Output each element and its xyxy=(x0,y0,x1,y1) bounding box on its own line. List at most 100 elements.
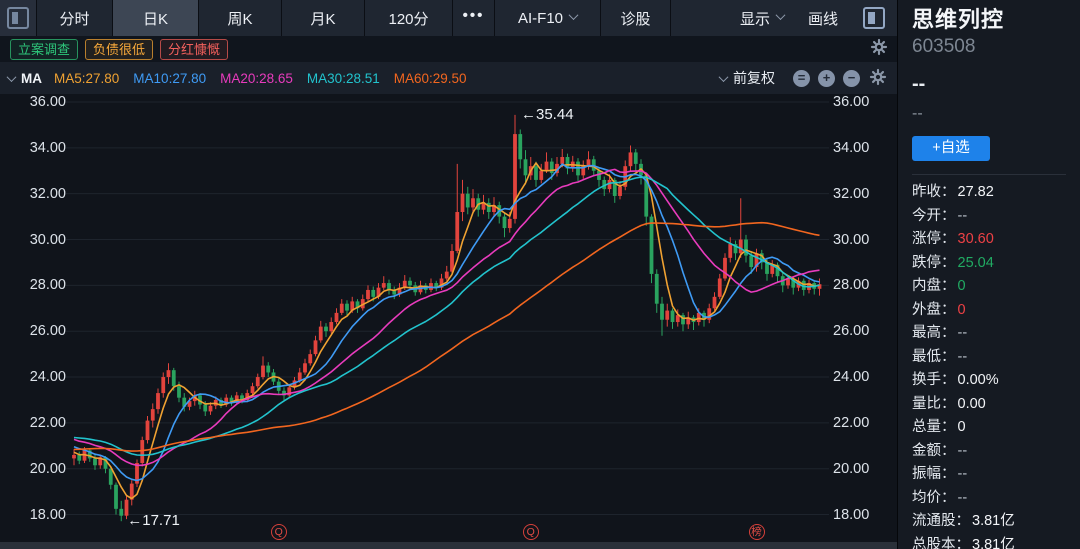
stat-row: 外盘：0 xyxy=(912,299,1080,323)
stat-row: 内盘：0 xyxy=(912,275,1080,299)
price-tick-left: 32.00 xyxy=(8,185,66,203)
stat-row: 换手：0.00% xyxy=(912,369,1080,393)
price-tick-left: 34.00 xyxy=(8,139,66,157)
stat-row: 最低：-- xyxy=(912,346,1080,370)
adjust-mode-chevron-icon[interactable] xyxy=(719,72,729,82)
event-marker[interactable]: 榜 xyxy=(749,524,765,540)
tags-settings-gear-icon[interactable] xyxy=(870,38,888,61)
tab-weekly-k[interactable]: 周K xyxy=(199,0,282,36)
stat-label: 换手： xyxy=(912,369,956,393)
tab-fenshi[interactable]: 分时 xyxy=(37,0,113,36)
ma-title: MA xyxy=(21,71,42,86)
fit-scale-button[interactable]: = xyxy=(793,70,810,87)
price-tick-left: 22.00 xyxy=(8,414,66,432)
ma5-value: MA5:27.80 xyxy=(54,71,119,86)
chart-settings-gear-icon[interactable] xyxy=(869,68,887,89)
stat-value: 0.00% xyxy=(958,369,999,393)
zoom-out-button[interactable]: − xyxy=(843,70,860,87)
add-watchlist-button[interactable]: +自选 xyxy=(912,136,990,161)
stat-row: 振幅：-- xyxy=(912,463,1080,487)
tab-monthly-k[interactable]: 月K xyxy=(282,0,365,36)
stat-value: -- xyxy=(958,463,968,487)
draw-line-button[interactable]: 画线 xyxy=(795,0,851,36)
stat-label: 内盘： xyxy=(912,275,956,299)
tag-fuzhai-hendi[interactable]: 负债很低 xyxy=(85,39,153,60)
stat-row: 总量：0 xyxy=(912,416,1080,440)
price-change: -- xyxy=(912,104,1080,124)
candlestick-chart[interactable]: 36.0036.0034.0034.0032.0032.0030.0030.00… xyxy=(0,94,897,542)
stat-label: 量比： xyxy=(912,393,956,417)
stat-label: 流通股： xyxy=(912,510,970,534)
event-marker[interactable]: Q xyxy=(523,524,539,540)
price-tick-left: 30.00 xyxy=(8,231,66,249)
tab-120min[interactable]: 120分 xyxy=(365,0,453,36)
stat-value: 3.81亿 xyxy=(972,534,1015,549)
stats-list: 昨收：27.82今开：--涨停：30.60跌停：25.04内盘：0外盘：0最高：… xyxy=(912,181,1080,549)
price-tick-left: 28.00 xyxy=(8,276,66,294)
price-tick-right: 32.00 xyxy=(833,185,891,203)
price-tick-right: 28.00 xyxy=(833,276,891,294)
stat-value: 0 xyxy=(958,299,966,323)
stat-label: 今开： xyxy=(912,205,956,229)
collapse-indicator-chevron-icon[interactable] xyxy=(7,72,17,82)
display-menu-button[interactable]: 显示 xyxy=(729,0,795,36)
expand-right-panel-button[interactable] xyxy=(851,0,897,36)
tab-label: 周K xyxy=(227,8,252,29)
stat-label: 昨收： xyxy=(912,181,956,205)
stat-value: -- xyxy=(958,205,968,229)
tag-lian-diaocha[interactable]: 立案调查 xyxy=(10,39,78,60)
stat-value: 3.81亿 xyxy=(972,510,1015,534)
price-tick-right: 20.00 xyxy=(833,460,891,478)
price-tick-right: 24.00 xyxy=(833,368,891,386)
stat-label: 跌停： xyxy=(912,252,956,276)
price-tick-left: 18.00 xyxy=(8,506,66,524)
stat-label: 外盘： xyxy=(912,299,956,323)
menu-label: 画线 xyxy=(808,8,838,29)
tab-label: 月K xyxy=(310,8,335,29)
stat-value: -- xyxy=(958,346,968,370)
top-tab-bar: 分时 日K 周K 月K 120分 ••• AI-F10 诊股 显示 画线 xyxy=(0,0,897,36)
stat-label: 均价： xyxy=(912,487,956,511)
price-tick-right: 34.00 xyxy=(833,139,891,157)
stat-row: 总股本：3.81亿 xyxy=(912,534,1080,549)
stat-value: 25.04 xyxy=(958,252,994,276)
stat-value: 27.82 xyxy=(958,181,994,205)
tab-label: 诊股 xyxy=(620,8,650,29)
panel-toggle-icon xyxy=(7,7,29,29)
event-marker[interactable]: Q xyxy=(271,524,287,540)
stat-row: 跌停：25.04 xyxy=(912,252,1080,276)
stock-code: 603508 xyxy=(912,34,1080,60)
topbar-spacer xyxy=(671,0,729,36)
tag-fenhong-kangkai[interactable]: 分红慷慨 xyxy=(160,39,228,60)
tab-daily-k[interactable]: 日K xyxy=(113,0,199,36)
price-tick-left: 26.00 xyxy=(8,322,66,340)
tab-label: AI-F10 xyxy=(518,10,563,27)
stat-value: -- xyxy=(958,440,968,464)
tab-label: 分时 xyxy=(59,8,89,29)
kline-canvas[interactable] xyxy=(0,94,897,542)
price-tick-left: 20.00 xyxy=(8,460,66,478)
price-tick-right: 30.00 xyxy=(833,231,891,249)
menu-label: 显示 xyxy=(740,8,770,29)
stat-row: 量比：0.00 xyxy=(912,393,1080,417)
ma20-value: MA20:28.65 xyxy=(220,71,293,86)
chevron-down-icon xyxy=(569,10,579,20)
forward-adjusted-label[interactable]: 前复权 xyxy=(733,68,775,88)
tab-ai-f10[interactable]: AI-F10 xyxy=(495,0,601,36)
tab-label: 120分 xyxy=(388,8,428,29)
ma-legend-row: MA MA5:27.80 MA10:27.80 MA20:28.65 MA30:… xyxy=(0,62,897,94)
ma60-value: MA60:29.50 xyxy=(394,71,467,86)
chevron-down-icon xyxy=(776,10,786,20)
more-periods-button[interactable]: ••• xyxy=(453,0,495,36)
time-axis-strip[interactable] xyxy=(0,542,897,549)
stat-value: 30.60 xyxy=(958,228,994,252)
stat-value: 0.00 xyxy=(958,393,986,417)
tab-zhengu[interactable]: 诊股 xyxy=(601,0,671,36)
stat-row: 昨收：27.82 xyxy=(912,181,1080,205)
zoom-in-button[interactable]: + xyxy=(818,70,835,87)
collapse-left-panel-button[interactable] xyxy=(0,0,37,36)
stat-row: 均价：-- xyxy=(912,487,1080,511)
stat-value: 0 xyxy=(958,416,966,440)
stat-label: 涨停： xyxy=(912,228,956,252)
stat-label: 最低： xyxy=(912,346,956,370)
